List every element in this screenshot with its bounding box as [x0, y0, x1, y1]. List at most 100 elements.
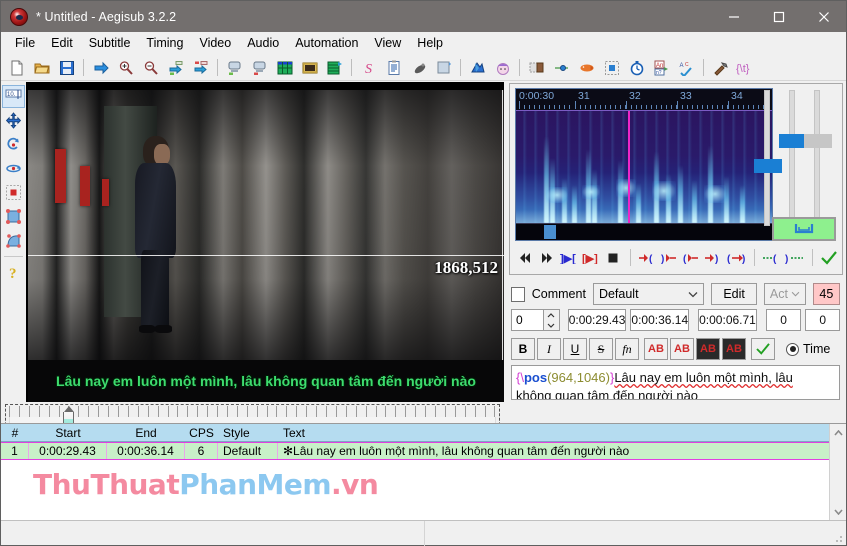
shift-times-start-icon[interactable]: [164, 57, 187, 79]
vertical-zoom-slider[interactable]: [779, 90, 807, 226]
menu-subtitle[interactable]: Subtitle: [81, 33, 139, 53]
audio-scroll-thumb[interactable]: [544, 225, 556, 239]
lead-in-icon[interactable]: (: [762, 247, 782, 268]
menu-edit[interactable]: Edit: [43, 33, 81, 53]
jump-to-icon[interactable]: [89, 57, 112, 79]
vector-clip-tool-icon[interactable]: [2, 229, 25, 252]
attachments-icon[interactable]: [298, 57, 321, 79]
rotate-z-tool-icon[interactable]: [2, 133, 25, 156]
menu-video[interactable]: Video: [191, 33, 239, 53]
bold-button[interactable]: B: [511, 338, 535, 360]
zoom-out-icon[interactable]: [139, 57, 162, 79]
properties-icon[interactable]: [323, 57, 346, 79]
actor-select[interactable]: Act: [763, 283, 806, 305]
open-video-icon[interactable]: [223, 57, 246, 79]
resample-icon[interactable]: [407, 57, 430, 79]
menu-file[interactable]: File: [7, 33, 43, 53]
play-around-icon[interactable]: [▶]: [582, 247, 601, 268]
horizontal-zoom-thumb[interactable]: [754, 159, 782, 173]
scale-tool-icon[interactable]: [2, 181, 25, 204]
grid-scrollbar[interactable]: [829, 424, 846, 520]
automation-icon[interactable]: An n?: [650, 57, 673, 79]
help-tool-icon[interactable]: ?: [2, 261, 25, 284]
lead-out-icon[interactable]: ): [785, 247, 805, 268]
edit-style-button[interactable]: Edit: [711, 283, 757, 305]
subtitle-text-editor[interactable]: {\pos(964,1046)}Lâu nay em luôn một mình…: [511, 365, 840, 400]
menu-automation[interactable]: Automation: [287, 33, 366, 53]
commit-button[interactable]: [751, 338, 775, 360]
select-lines-icon[interactable]: [550, 57, 573, 79]
close-button[interactable]: [801, 1, 846, 32]
layer-stepper[interactable]: [544, 309, 560, 331]
secondary-color-button[interactable]: AB: [670, 338, 694, 360]
menu-audio[interactable]: Audio: [239, 33, 287, 53]
grid-col-end[interactable]: End: [107, 424, 185, 442]
timing-icon[interactable]: [625, 57, 648, 79]
grid-col-start[interactable]: Start: [29, 424, 107, 442]
maximize-button[interactable]: [756, 1, 801, 32]
shadow-color-button[interactable]: AB: [722, 338, 746, 360]
effect-field[interactable]: 45: [812, 283, 840, 305]
grid-empty-area[interactable]: ThuThuatPhanMem.vn: [1, 460, 846, 520]
spellcheck-2-icon[interactable]: AC: [675, 57, 698, 79]
rotate-xy-tool-icon[interactable]: [2, 157, 25, 180]
standard-tool-icon[interactable]: 10.: [2, 85, 25, 108]
tag-icon[interactable]: {\t}: [734, 57, 757, 79]
kanji-timer-icon[interactable]: [466, 57, 489, 79]
font-button[interactable]: fn: [615, 338, 639, 360]
styles-manager-icon[interactable]: [273, 57, 296, 79]
close-video-icon[interactable]: [248, 57, 271, 79]
commit-icon[interactable]: [820, 247, 839, 268]
open-subtitles-icon[interactable]: [30, 57, 53, 79]
clip-tool-icon[interactable]: [2, 205, 25, 228]
audio-spectrum-display[interactable]: 0:00:30 31 32 33 34: [515, 88, 773, 241]
underline-button[interactable]: U: [563, 338, 587, 360]
grid-col-num[interactable]: #: [1, 424, 29, 442]
spell-check-icon[interactable]: S: [357, 57, 380, 79]
play-end-icon[interactable]: [537, 247, 556, 268]
vertical-zoom-thumb[interactable]: [779, 134, 807, 148]
play-after-start-icon[interactable]: ): [660, 247, 679, 268]
strikeout-button[interactable]: S: [589, 338, 613, 360]
shift-times-end-icon[interactable]: [189, 57, 212, 79]
fonts-collector-icon[interactable]: [491, 57, 514, 79]
outline-color-button[interactable]: AB: [696, 338, 720, 360]
time-radio[interactable]: [786, 342, 799, 356]
paste-over-icon[interactable]: [525, 57, 548, 79]
scroll-up-button[interactable]: [830, 424, 846, 441]
drag-tool-icon[interactable]: [2, 109, 25, 132]
volume-slider[interactable]: [804, 90, 832, 226]
play-before-end-icon[interactable]: (: [682, 247, 701, 268]
margin-left-input[interactable]: 0: [765, 309, 802, 331]
layer-input[interactable]: 0: [511, 309, 545, 331]
menu-timing[interactable]: Timing: [138, 33, 191, 53]
play-start-icon[interactable]: [515, 247, 534, 268]
play-before-start-icon[interactable]: (: [638, 247, 657, 268]
table-row[interactable]: 1 0:00:29.43 0:00:36.14 6 Default ✻Lâu n…: [1, 442, 846, 460]
end-time-input[interactable]: 0:00:36.14: [630, 309, 690, 331]
italic-button[interactable]: I: [537, 338, 561, 360]
translation-assistant-icon[interactable]: [382, 57, 405, 79]
grid-col-style[interactable]: Style: [218, 424, 278, 442]
volume-thumb[interactable]: [804, 134, 832, 148]
shift-by-frames-icon[interactable]: [575, 57, 598, 79]
grid-col-cps[interactable]: CPS: [185, 424, 218, 442]
audio-timeline-ruler[interactable]: 0:00:30 31 32 33 34: [516, 89, 772, 111]
video-display[interactable]: 1868,512 Lâu nay em luôn một mình, lâu k…: [26, 82, 504, 402]
margin-right-input[interactable]: 0: [805, 309, 840, 331]
menu-view[interactable]: View: [366, 33, 409, 53]
resize-grip[interactable]: [832, 531, 844, 543]
timing-post-processor-icon[interactable]: [432, 57, 455, 79]
comment-checkbox[interactable]: [511, 286, 525, 302]
save-subtitles-icon[interactable]: [55, 57, 78, 79]
primary-color-button[interactable]: AB: [644, 338, 668, 360]
tools-icon[interactable]: [709, 57, 732, 79]
stop-icon[interactable]: [604, 247, 623, 268]
new-subtitles-icon[interactable]: [5, 57, 28, 79]
zoom-in-icon[interactable]: [114, 57, 137, 79]
horizontal-zoom-slider[interactable]: [754, 90, 782, 226]
play-after-end-icon[interactable]: ): [705, 247, 724, 268]
grid-col-text[interactable]: Text: [278, 424, 846, 442]
start-time-input[interactable]: 0:00:29.43: [567, 309, 627, 331]
snap-icon[interactable]: [600, 57, 623, 79]
